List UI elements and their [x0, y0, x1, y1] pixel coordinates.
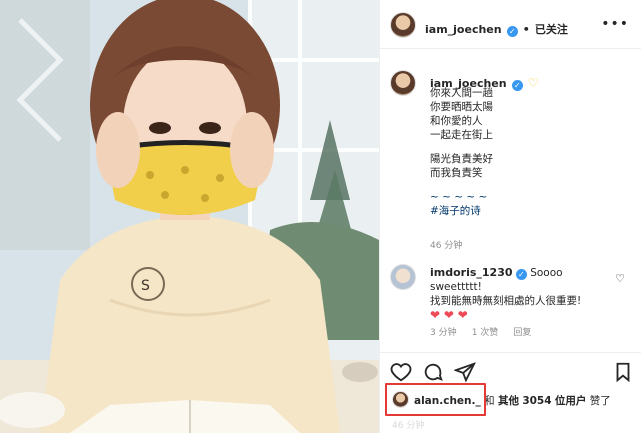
comment-icon[interactable]	[422, 361, 444, 383]
caption-line	[430, 180, 630, 190]
likes-others[interactable]: 其他	[498, 395, 519, 407]
send-icon[interactable]	[453, 361, 476, 383]
post-side-panel: iam_joechen ✓ • 已关注 ••• iam_joechen ✓ ♡ …	[379, 0, 641, 433]
comment-likes[interactable]: 1 次赞	[472, 328, 499, 338]
caption-avatar[interactable]	[390, 70, 416, 96]
author-avatar[interactable]	[390, 12, 416, 38]
caption-time[interactable]: 46 分钟	[430, 238, 462, 251]
actions-divider	[380, 352, 641, 353]
caption-line: 和你愛的人	[430, 115, 483, 127]
caption-line: 你要晒晒太陽	[430, 101, 493, 113]
verified-badge-icon: ✓	[506, 26, 518, 37]
following-button[interactable]: 已关注	[535, 23, 568, 36]
caption-line: 你來人間一趟	[430, 87, 493, 99]
comment-meta: 3 分钟 1 次赞 回复	[430, 320, 531, 339]
caption-line: 一起走在街上	[430, 129, 493, 141]
caption-line: ~ ~ ~ ~ ~	[430, 191, 488, 203]
likes-users-label[interactable]: 位用户	[555, 395, 587, 407]
caption-line: 陽光負責美好	[430, 153, 493, 165]
author-username[interactable]: iam_joechen	[425, 23, 502, 36]
post-photo-illustration: S	[0, 0, 379, 433]
comment-time: 3 分钟	[430, 328, 457, 338]
svg-text:S: S	[141, 278, 150, 294]
caption-text: 你來人間一趟 你要晒晒太陽 和你愛的人 一起走在街上 陽光負責美好 而我負責笑 …	[430, 86, 630, 218]
bookmark-icon[interactable]	[612, 361, 634, 383]
header-divider	[380, 48, 641, 49]
post-time: 46 分钟	[392, 421, 425, 431]
heart-icon[interactable]	[390, 361, 412, 383]
more-horizontal-icon[interactable]: •••	[601, 16, 629, 32]
caption-line	[430, 142, 630, 152]
caption-line: 而我負責笑	[430, 167, 483, 179]
separator-dot: •	[522, 23, 530, 36]
comment-reply-button[interactable]: 回复	[513, 328, 531, 338]
likes-count[interactable]: 3054	[522, 395, 551, 407]
caption-hashtag[interactable]: #海子的诗	[430, 204, 630, 218]
post-photo[interactable]: S	[0, 0, 379, 433]
post-header: iam_joechen ✓ • 已关注 •••	[380, 10, 641, 42]
comment-text-line2: 找到能無時無刻相處的人很重要!	[430, 295, 582, 307]
highlight-annotation-box	[385, 383, 486, 416]
likes-liked: 赞了	[589, 395, 611, 407]
verified-badge-icon: ✓	[515, 269, 527, 280]
commenter-username[interactable]: imdoris_1230	[430, 266, 513, 279]
comment-like-heart-icon[interactable]: ♡	[615, 272, 625, 285]
commenter-avatar[interactable]	[390, 264, 416, 290]
